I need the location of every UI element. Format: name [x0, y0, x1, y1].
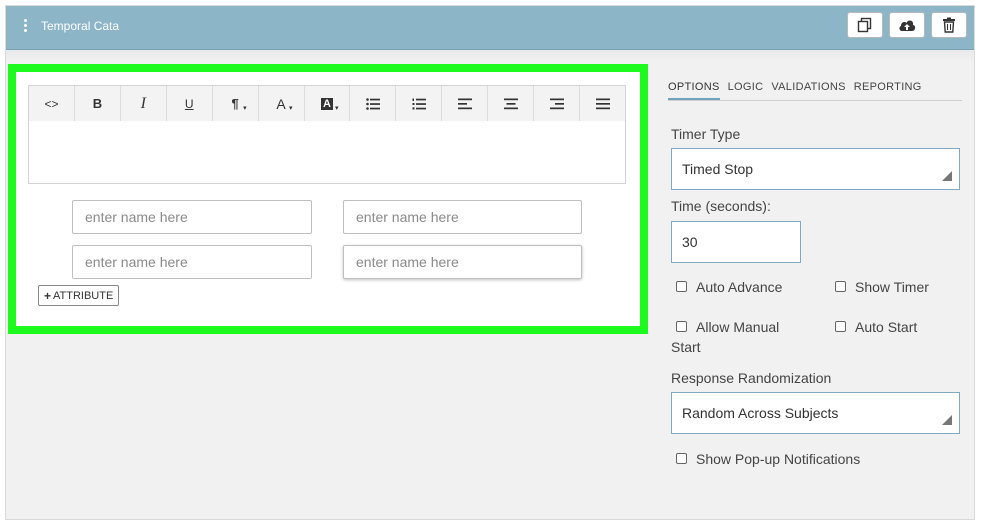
select-arrow-icon — [942, 171, 952, 181]
time-seconds-input[interactable] — [671, 221, 801, 263]
paragraph-format-button[interactable]: ¶ ▾ — [213, 86, 259, 121]
align-center-button[interactable] — [488, 86, 535, 121]
duplicate-icon — [857, 17, 872, 33]
allow-manual-start-checkbox[interactable]: Allow Manual Start — [671, 317, 811, 357]
justify-icon — [595, 98, 610, 109]
select-arrow-icon — [942, 415, 952, 425]
drag-handle-icon[interactable] — [23, 19, 29, 37]
rich-text-toolbar: <> B I U ¶ ▾ A ▾ A ▾ — [28, 85, 626, 122]
checkbox-box[interactable] — [676, 321, 687, 332]
tab-reporting[interactable]: REPORTING — [854, 81, 922, 100]
italic-button[interactable]: I — [121, 86, 167, 121]
delete-button[interactable] — [931, 12, 967, 38]
auto-start-checkbox[interactable]: Auto Start — [835, 317, 917, 337]
duplicate-button[interactable] — [847, 12, 883, 38]
chevron-down-icon: ▾ — [243, 105, 247, 112]
options-panel: OPTIONS LOGIC VALIDATIONS REPORTING Time… — [666, 64, 966, 514]
checkbox-box[interactable] — [835, 321, 846, 332]
selected-editor-region: <> B I U ¶ ▾ A ▾ A ▾ enter name here ent… — [8, 64, 648, 334]
trash-icon — [943, 17, 955, 33]
name-field-1[interactable] — [72, 200, 312, 234]
panel-tabs: OPTIONS LOGIC VALIDATIONS REPORTING — [668, 81, 922, 100]
name-field-4[interactable] — [343, 245, 582, 279]
highlight-color-button[interactable]: A ▾ — [305, 86, 351, 121]
show-timer-checkbox[interactable]: Show Timer — [835, 277, 929, 297]
show-popup-notifications-checkbox[interactable]: Show Pop-up Notifications — [676, 449, 860, 469]
auto-advance-checkbox[interactable]: Auto Advance — [676, 277, 782, 297]
cloud-upload-icon — [899, 20, 916, 31]
bullet-list-button[interactable] — [350, 86, 397, 121]
align-left-icon — [457, 98, 472, 109]
bold-button[interactable]: B — [75, 86, 121, 121]
checkbox-box[interactable] — [835, 281, 846, 292]
align-right-button[interactable] — [534, 86, 581, 121]
numbered-list-button[interactable] — [396, 86, 443, 121]
upload-button[interactable] — [889, 12, 925, 38]
font-color-button[interactable]: A ▾ — [259, 86, 305, 121]
card-title: Temporal Cata — [41, 19, 120, 33]
plus-icon: + — [44, 288, 52, 303]
tab-validations[interactable]: VALIDATIONS — [771, 81, 845, 100]
response-randomization-label: Response Randomization — [671, 370, 832, 386]
response-randomization-select[interactable]: Random Across Subjects — [671, 392, 960, 434]
checkbox-box[interactable] — [676, 453, 687, 464]
rich-text-content-area[interactable] — [28, 121, 626, 184]
name-field-2[interactable] — [343, 200, 582, 234]
timer-type-label: Timer Type — [671, 126, 741, 142]
add-attribute-button[interactable]: + ATTRIBUTE — [38, 285, 120, 306]
card-header: Temporal Cata — [6, 6, 974, 50]
bullet-list-icon — [366, 97, 380, 110]
tab-options[interactable]: OPTIONS — [668, 81, 720, 100]
chevron-down-icon: ▾ — [289, 105, 293, 112]
align-right-icon — [549, 98, 564, 109]
numbered-list-icon — [412, 98, 426, 109]
align-center-icon — [503, 98, 518, 109]
question-card: Temporal Cata <> B I U ¶ ▾ A ▾ A ▾ enter… — [5, 5, 975, 520]
checkbox-box[interactable] — [676, 281, 687, 292]
code-view-button[interactable]: <> — [29, 86, 75, 121]
justify-button[interactable] — [580, 86, 625, 121]
align-left-button[interactable] — [442, 86, 489, 121]
underline-button[interactable]: U — [167, 86, 213, 121]
time-seconds-label: Time (seconds): — [671, 198, 771, 214]
name-field-3[interactable] — [72, 245, 312, 279]
tab-logic[interactable]: LOGIC — [728, 81, 764, 100]
timer-type-select[interactable]: Timed Stop — [671, 148, 960, 190]
chevron-down-icon: ▾ — [334, 105, 339, 112]
